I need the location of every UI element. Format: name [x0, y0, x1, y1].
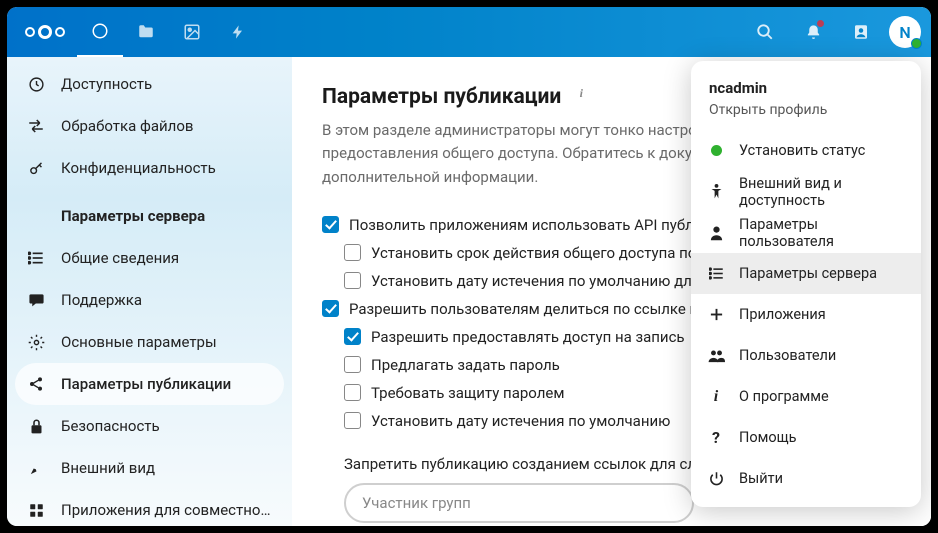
- person-icon: [707, 224, 725, 242]
- settings-sidebar: Доступность Обработка файлов Конфиденциа…: [7, 57, 292, 526]
- sidebar-item-support[interactable]: Поддержка: [15, 279, 284, 321]
- contacts-icon[interactable]: [841, 12, 881, 52]
- sidebar-item-basic[interactable]: Основные параметры: [15, 321, 284, 363]
- user-menu-name: ncadmin: [709, 79, 903, 97]
- opt-label: Предлагать задать пароль: [371, 356, 560, 374]
- checkbox[interactable]: [322, 300, 339, 317]
- menu-item-user-settings[interactable]: Параметры пользователя: [691, 212, 921, 253]
- clock-icon: [27, 75, 45, 93]
- logo[interactable]: [25, 25, 65, 39]
- checkbox[interactable]: [344, 412, 361, 429]
- checkbox[interactable]: [344, 356, 361, 373]
- menu-item-label: О программе: [739, 388, 829, 405]
- gear-icon: [27, 333, 45, 351]
- menu-item-about[interactable]: i О программе: [691, 376, 921, 417]
- user-menu-header[interactable]: ncadmin Открыть профиль: [691, 69, 921, 130]
- avatar-initial: N: [899, 23, 910, 42]
- swap-icon: [27, 117, 45, 135]
- sidebar-item-label: Безопасность: [61, 417, 160, 435]
- sidebar-item-label: Поддержка: [61, 291, 142, 309]
- sidebar-item-security[interactable]: Безопасность: [15, 405, 284, 447]
- sidebar-item-label: Доступность: [61, 75, 152, 93]
- checkbox[interactable]: [344, 244, 361, 261]
- sidebar-item-label: Обработка файлов: [61, 117, 193, 135]
- accessibility-icon: [707, 183, 725, 201]
- user-menu: ncadmin Открыть профиль Установить стату…: [691, 61, 921, 507]
- status-dot-icon: [707, 142, 725, 160]
- menu-item-help[interactable]: ? Помощь: [691, 417, 921, 458]
- sidebar-item-label: Конфиденциальность: [61, 159, 216, 177]
- menu-item-appearance[interactable]: Внешний вид и доступность: [691, 171, 921, 212]
- page-title: Параметры публикации: [322, 85, 561, 109]
- search-icon[interactable]: [745, 12, 785, 52]
- menu-item-logout[interactable]: Выйти: [691, 458, 921, 499]
- menu-item-label: Внешний вид и доступность: [739, 175, 905, 209]
- brush-icon: [27, 459, 45, 477]
- menu-item-label: Параметры сервера: [739, 265, 877, 282]
- list-icon: [707, 265, 725, 283]
- sidebar-item-overview[interactable]: Общие сведения: [15, 237, 284, 279]
- checkbox[interactable]: [322, 216, 339, 233]
- exclude-groups-input[interactable]: Участник групп: [344, 483, 694, 523]
- power-icon: [707, 470, 725, 488]
- info-icon[interactable]: i: [573, 85, 589, 101]
- sidebar-item-groupware[interactable]: Приложения для совместной …: [15, 489, 284, 526]
- menu-item-apps[interactable]: Приложения: [691, 294, 921, 335]
- checkbox[interactable]: [344, 272, 361, 289]
- share-icon: [27, 375, 45, 393]
- key-icon: [27, 159, 45, 177]
- info-icon: i: [707, 388, 725, 406]
- users-icon: [707, 347, 725, 365]
- menu-item-label: Пользователи: [739, 347, 836, 364]
- plus-icon: [707, 306, 725, 324]
- grid-icon: [27, 501, 45, 519]
- opt-label: Установить дату истечения по умолчанию: [371, 412, 670, 430]
- opt-label: Разрешить предоставлять доступ на запись: [371, 328, 685, 346]
- lock-icon: [27, 417, 45, 435]
- user-menu-open-profile: Открыть профиль: [709, 102, 903, 118]
- checkbox[interactable]: [344, 328, 361, 345]
- opt-label: Требовать защиту паролем: [371, 384, 564, 402]
- menu-item-users[interactable]: Пользователи: [691, 335, 921, 376]
- sidebar-item-label: Параметры публикации: [61, 375, 231, 393]
- menu-item-label: Установить статус: [739, 142, 865, 159]
- app-activity[interactable]: [215, 7, 261, 57]
- list-icon: [27, 249, 45, 267]
- chat-icon: [27, 291, 45, 309]
- app-dashboard[interactable]: [77, 7, 123, 57]
- menu-item-set-status[interactable]: Установить статус: [691, 130, 921, 171]
- sidebar-item-accessibility[interactable]: Доступность: [15, 63, 284, 105]
- app-photos[interactable]: [169, 7, 215, 57]
- sidebar-item-sharing[interactable]: Параметры публикации: [15, 363, 284, 405]
- avatar[interactable]: N: [889, 16, 921, 48]
- app-switcher: [77, 7, 261, 57]
- menu-item-label: Помощь: [739, 429, 797, 446]
- opt-label: Позволить приложениям использовать API п…: [349, 216, 745, 234]
- sidebar-heading-admin: Параметры сервера: [15, 189, 284, 237]
- sidebar-item-privacy[interactable]: Конфиденциальность: [15, 147, 284, 189]
- checkbox[interactable]: [344, 384, 361, 401]
- menu-item-admin-settings[interactable]: Параметры сервера: [691, 253, 921, 294]
- status-indicator: [911, 38, 922, 49]
- sidebar-item-label: Приложения для совместной …: [61, 501, 272, 519]
- sidebar-item-label: Общие сведения: [61, 249, 179, 267]
- sidebar-item-label: Основные параметры: [61, 333, 217, 351]
- sidebar-item-file-handling[interactable]: Обработка файлов: [15, 105, 284, 147]
- notifications-icon[interactable]: [793, 12, 833, 52]
- help-icon: ?: [707, 429, 725, 447]
- menu-item-label: Приложения: [739, 306, 826, 323]
- topbar: N: [7, 7, 931, 57]
- app-files[interactable]: [123, 7, 169, 57]
- sidebar-item-theming[interactable]: Внешний вид: [15, 447, 284, 489]
- sidebar-item-label: Внешний вид: [61, 459, 155, 477]
- menu-item-label: Выйти: [739, 470, 783, 487]
- menu-item-label: Параметры пользователя: [739, 216, 905, 250]
